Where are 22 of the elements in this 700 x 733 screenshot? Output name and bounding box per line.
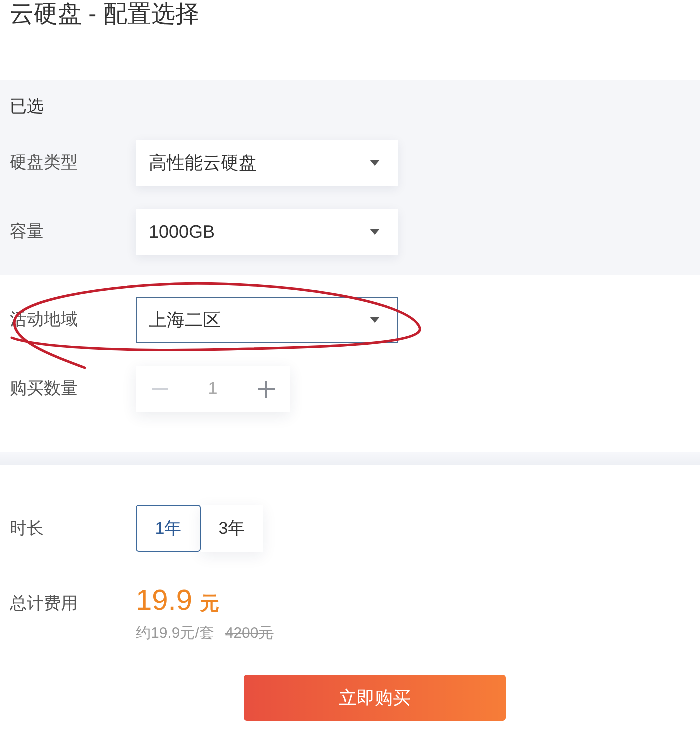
plus-icon [258,380,275,398]
duration-option[interactable]: 1年 [136,505,201,552]
dropdown-select[interactable]: 上海二区 [136,297,398,343]
dropdown-select[interactable]: 1000GB [136,209,398,255]
field-label: 总计费用 [10,594,78,613]
field-label: 硬盘类型 [10,153,78,172]
minus-icon [152,388,168,390]
dropdown-select[interactable]: 高性能云硬盘 [136,140,398,186]
page-title: 云硬盘 - 配置选择 [10,0,200,30]
field-label: 时长 [10,518,44,538]
caret-icon [370,317,380,323]
original-price: 4200元 [225,624,274,644]
unit-price: 约19.9元/套 [136,624,214,644]
section-heading: 已选 [10,97,44,117]
field-label: 购买数量 [10,379,78,398]
field-label: 容量 [10,222,44,241]
caret-icon [370,160,380,166]
increment-button[interactable] [243,366,290,412]
duration-option[interactable]: 3年 [201,505,263,552]
price-unit: 元 [200,593,220,617]
caret-icon [370,229,380,235]
price-amount: 19.9 [136,584,192,619]
